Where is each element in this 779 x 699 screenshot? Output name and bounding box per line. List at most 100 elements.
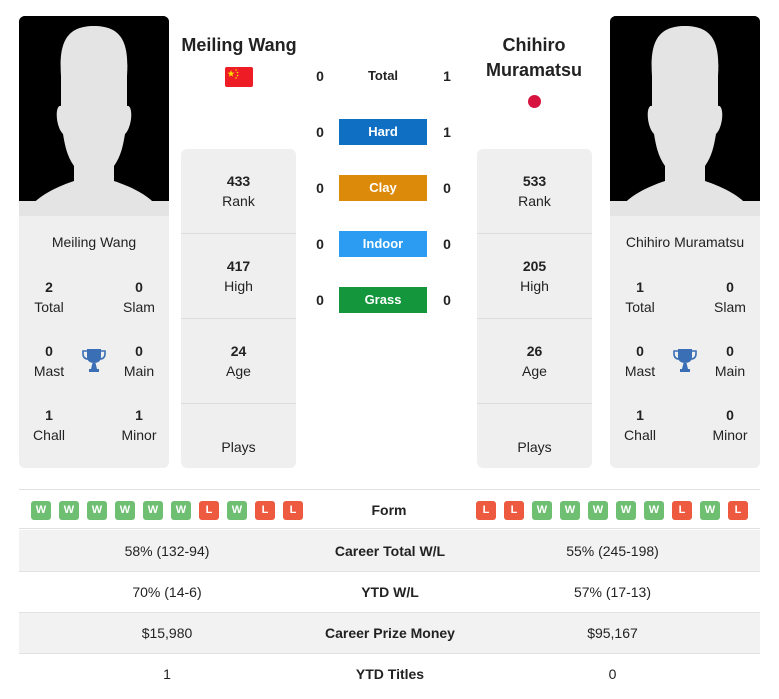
comparison-row: $15,980 Career Prize Money $95,167 — [19, 612, 760, 653]
form-win-badge: W — [115, 501, 135, 520]
form-win-badge: W — [560, 501, 580, 520]
titles-mast-value: 0 — [45, 343, 53, 359]
stat-rank-value: 433 — [226, 173, 251, 189]
comparison-label: Career Total W/L — [334, 542, 446, 559]
form-row: WWWWWWLWLL Form LLWWWWWLWL — [19, 489, 760, 529]
form-win-badge: W — [616, 501, 636, 520]
titles-main-label: Main — [714, 363, 746, 379]
stat-age-label: Age — [226, 363, 251, 379]
surface-grass-badge[interactable]: Grass — [339, 287, 427, 313]
titles-main-value: 0 — [135, 343, 143, 359]
form-win-badge: W — [143, 501, 163, 520]
form-badges-left: WWWWWWLWLL — [31, 501, 303, 520]
titles-minor-value: 1 — [135, 407, 143, 423]
comparison-left-value: 58% (132-94) — [124, 542, 210, 559]
h2h-hard-row: 0 Hard 1 — [300, 119, 470, 145]
form-loss-badge: L — [283, 501, 303, 520]
stat-rank-value: 533 — [522, 173, 547, 189]
titles-chall-label: Chall — [33, 427, 65, 443]
form-loss-badge: L — [672, 501, 692, 520]
form-loss-badge: L — [728, 501, 748, 520]
player-stats-left: 433 Rank 417 High 24 Age Plays — [181, 149, 296, 468]
h2h-indoor-row: 0 Indoor 0 — [300, 231, 470, 257]
comparison-right-value: 55% (245-198) — [566, 542, 659, 559]
form-badges-right: LLWWWWWLWL — [476, 501, 748, 520]
h2h-right-value: 1 — [443, 124, 451, 140]
titles-chall-value: 1 — [636, 407, 644, 423]
form-win-badge: W — [31, 501, 51, 520]
stat-rank: 533 Rank — [477, 149, 592, 234]
surface-indoor-badge[interactable]: Indoor — [339, 231, 427, 257]
stat-plays-label: Plays — [221, 438, 256, 455]
form-win-badge: W — [644, 501, 664, 520]
titles-mast-label: Mast — [624, 363, 656, 379]
titles-total-label: Total — [34, 299, 64, 315]
stat-high-label: High — [224, 278, 253, 294]
stat-high-label: High — [520, 278, 549, 294]
h2h-left-value: 0 — [316, 236, 324, 252]
h2h-right-value: 0 — [443, 236, 451, 252]
avatar-silhouette-icon — [610, 16, 760, 216]
titles-main-value: 0 — [726, 343, 734, 359]
trophy-icon — [82, 349, 106, 372]
comparison-left-value: 1 — [163, 666, 171, 682]
h2h-clay-row: 0 Clay 0 — [300, 175, 470, 201]
titles-total: 1 Total — [610, 277, 670, 317]
titles-mast: 0 Mast — [610, 341, 670, 381]
titles-slam-label: Slam — [123, 299, 155, 315]
stat-rank-label: Rank — [518, 193, 551, 209]
stat-high: 205 High — [477, 234, 592, 319]
titles-slam-value: 0 — [726, 279, 734, 295]
form-win-badge: W — [227, 501, 247, 520]
titles-slam-label: Slam — [714, 299, 746, 315]
titles-chall-label: Chall — [624, 427, 656, 443]
player-photo-right — [610, 16, 760, 216]
titles-slam: 0 Slam — [700, 277, 760, 317]
h2h-left-value: 0 — [316, 68, 324, 84]
titles-total: 2 Total — [19, 277, 79, 317]
surface-clay-badge[interactable]: Clay — [339, 175, 427, 201]
h2h-total-row: 0 Total 1 — [300, 63, 470, 89]
stat-high-value: 417 — [226, 258, 251, 274]
form-loss-badge: L — [504, 501, 524, 520]
comparison-left-value: 70% (14-6) — [132, 584, 202, 600]
form-win-badge: W — [59, 501, 79, 520]
stat-plays-label: Plays — [517, 438, 552, 455]
surface-hard-badge[interactable]: Hard — [339, 119, 427, 145]
player-name-left[interactable]: Meiling Wang — [176, 33, 302, 58]
player-photo-left — [19, 16, 169, 216]
titles-minor-value: 0 — [726, 407, 734, 423]
avatar-silhouette-icon — [19, 16, 169, 216]
form-win-badge: W — [532, 501, 552, 520]
titles-total-value: 2 — [45, 279, 53, 295]
form-win-badge: W — [588, 501, 608, 520]
titles-mast-value: 0 — [636, 343, 644, 359]
stat-age: 26 Age — [477, 319, 592, 404]
comparison-right-value: 57% (17-13) — [573, 584, 652, 600]
titles-slam-value: 0 — [135, 279, 143, 295]
player-name-right[interactable]: Chihiro Muramatsu — [470, 33, 598, 83]
form-label: Form — [371, 502, 407, 518]
comparison-right-value: 0 — [608, 666, 617, 682]
h2h-left-value: 0 — [316, 180, 324, 196]
stat-age: 24 Age — [181, 319, 296, 404]
trophy-icon — [673, 349, 697, 372]
player-name-label: Chihiro Muramatsu — [625, 234, 745, 250]
titles-minor: 1 Minor — [109, 405, 169, 445]
stat-rank: 433 Rank — [181, 149, 296, 234]
titles-main-label: Main — [123, 363, 155, 379]
comparison-label: YTD Titles — [355, 666, 425, 682]
titles-total-value: 1 — [636, 279, 644, 295]
titles-mast: 0 Mast — [19, 341, 79, 381]
stat-age-label: Age — [522, 363, 547, 379]
form-win-badge: W — [171, 501, 191, 520]
h2h-left-value: 0 — [316, 292, 324, 308]
player-name-label: Meiling Wang — [51, 234, 137, 250]
player-titles-card-right: Chihiro Muramatsu 1 Total 0 Slam 0 Mast … — [610, 216, 760, 468]
stat-age-value: 26 — [526, 343, 543, 359]
h2h-left-value: 0 — [316, 124, 324, 140]
titles-chall: 1 Chall — [19, 405, 79, 445]
japan-flag-icon — [528, 95, 541, 108]
h2h-right-value: 1 — [443, 68, 451, 84]
form-loss-badge: L — [255, 501, 275, 520]
